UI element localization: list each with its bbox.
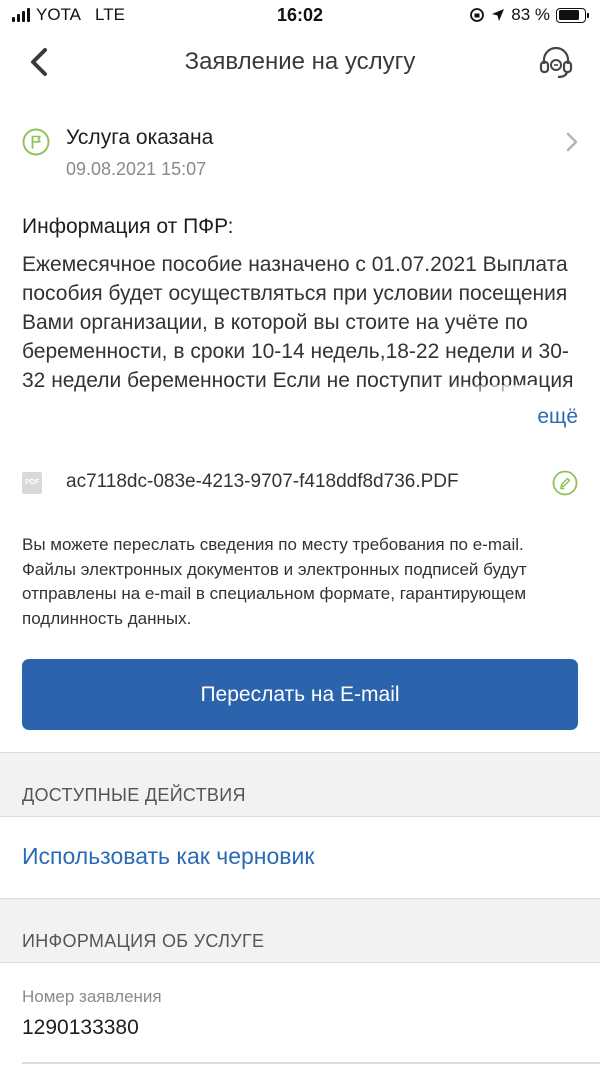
status-bar-right: 83 % <box>469 5 589 25</box>
location-icon <box>492 9 505 21</box>
page-title: Заявление на услугу <box>184 48 416 75</box>
status-date: 09.08.2021 15:07 <box>66 159 207 179</box>
more-link[interactable]: ещё <box>537 405 578 429</box>
use-as-draft-link[interactable]: Использовать как черновик <box>22 843 314 870</box>
application-number-label: Номер заявления <box>22 987 162 1006</box>
email-note: Вы можете переслать сведения по месту тр… <box>22 535 527 628</box>
nav-bar: Заявление на услугу <box>0 36 600 88</box>
signature-icon[interactable] <box>552 470 578 496</box>
info-title: Информация от ПФР: <box>22 215 234 238</box>
chevron-right-icon[interactable] <box>564 130 580 154</box>
service-info-section-header: ИНФОРМАЦИЯ ОБ УСЛУГЕ <box>0 898 600 963</box>
status-bar: YOTA LTE 16:02 83 % <box>0 0 600 32</box>
battery-percent: 83 % <box>511 5 550 24</box>
divider <box>22 1062 600 1064</box>
application-number-value: 1290133380 <box>22 1016 139 1039</box>
service-info-header-label: ИНФОРМАЦИЯ ОБ УСЛУГЕ <box>22 931 265 951</box>
service-status[interactable]: Услуга оказана 09.08.2021 15:07 <box>22 126 582 186</box>
flag-icon <box>22 128 50 156</box>
actions-header-label: ДОСТУПНЫЕ ДЕЙСТВИЯ <box>22 785 246 805</box>
actions-section-header: ДОСТУПНЫЕ ДЕЙСТВИЯ <box>0 752 600 817</box>
attachment-row[interactable]: PDF ac7118dc-083e-4213-9707-f418ddf8d736… <box>22 466 578 500</box>
pdf-file-icon: PDF <box>22 472 42 494</box>
status-title: Услуга оказана <box>66 126 214 149</box>
headset-icon[interactable] <box>538 44 574 80</box>
rotation-lock-icon <box>470 8 485 22</box>
battery-icon <box>556 7 589 23</box>
attachment-name[interactable]: ac7118dc-083e-4213-9707-f418ddf8d736.PDF <box>66 471 459 493</box>
send-email-button[interactable]: Переслать на E-mail <box>22 659 578 730</box>
info-fade <box>440 385 540 415</box>
